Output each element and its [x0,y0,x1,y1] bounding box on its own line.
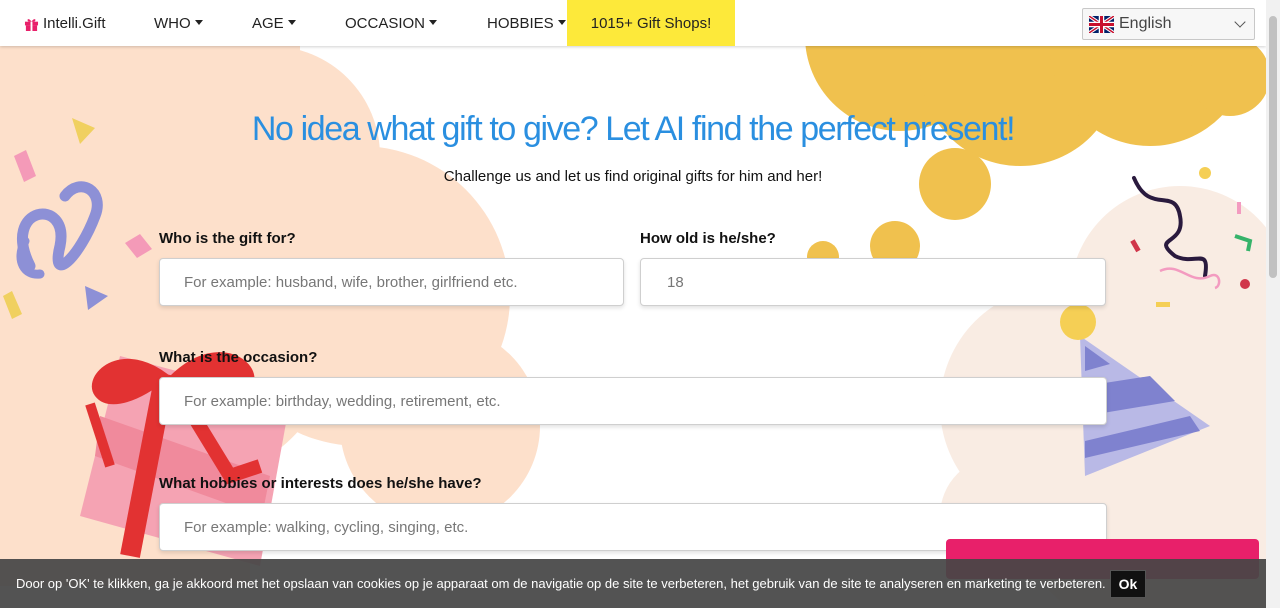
age-label: How old is he/she? [640,230,776,247]
brand-name: Intelli.Gift [43,14,106,32]
page-scrollbar[interactable] [1266,0,1280,608]
nav-occasion-label: OCCASION [345,14,426,32]
cookie-text: Door op 'OK' te klikken, ga je akkoord m… [16,576,1106,591]
nav-occasion-dropdown[interactable]: OCCASION [321,0,463,46]
chevron-down-icon [1234,16,1246,28]
nav-hobbies-label: HOBBIES [487,14,554,32]
occasion-input[interactable] [159,377,1107,425]
language-label: English [1119,15,1172,32]
page-subtitle: Challenge us and let us find original gi… [443,168,823,185]
page-headline: No idea what gift to give? Let AI find t… [251,110,1016,148]
scrollbar-thumb[interactable] [1269,16,1277,278]
who-input[interactable] [159,258,624,306]
who-label: Who is the gift for? [159,230,296,247]
nav-who-label: WHO [154,14,191,32]
nav-age-dropdown[interactable]: AGE [228,0,321,46]
gift-icon [24,19,39,31]
caret-down-icon [287,19,296,25]
language-select[interactable]: English [1082,8,1255,40]
brand-link[interactable]: Intelli.Gift [0,0,130,46]
caret-down-icon [194,19,203,25]
caret-down-icon [557,19,566,25]
nav-age-label: AGE [252,14,284,32]
age-input[interactable] [640,258,1106,306]
gift-shops-label: 1015+ Gift Shops! [590,14,712,32]
nav-hobbies-dropdown[interactable]: HOBBIES [463,0,566,46]
hobbies-label: What hobbies or interests does he/she ha… [159,475,482,492]
uk-flag-icon [1089,15,1114,33]
gift-shops-button[interactable]: 1015+ Gift Shops! [567,0,735,46]
cookie-ok-button[interactable]: Ok [1109,569,1147,598]
nav-who-dropdown[interactable]: WHO [130,0,228,46]
top-navigation: Intelli.Gift WHO AGE OCCASION HOBBIES 10… [0,0,1266,46]
occasion-label: What is the occasion? [159,349,318,366]
cookie-consent-bar: Door op 'OK' te klikken, ga je akkoord m… [0,559,1266,608]
caret-down-icon [429,19,438,25]
